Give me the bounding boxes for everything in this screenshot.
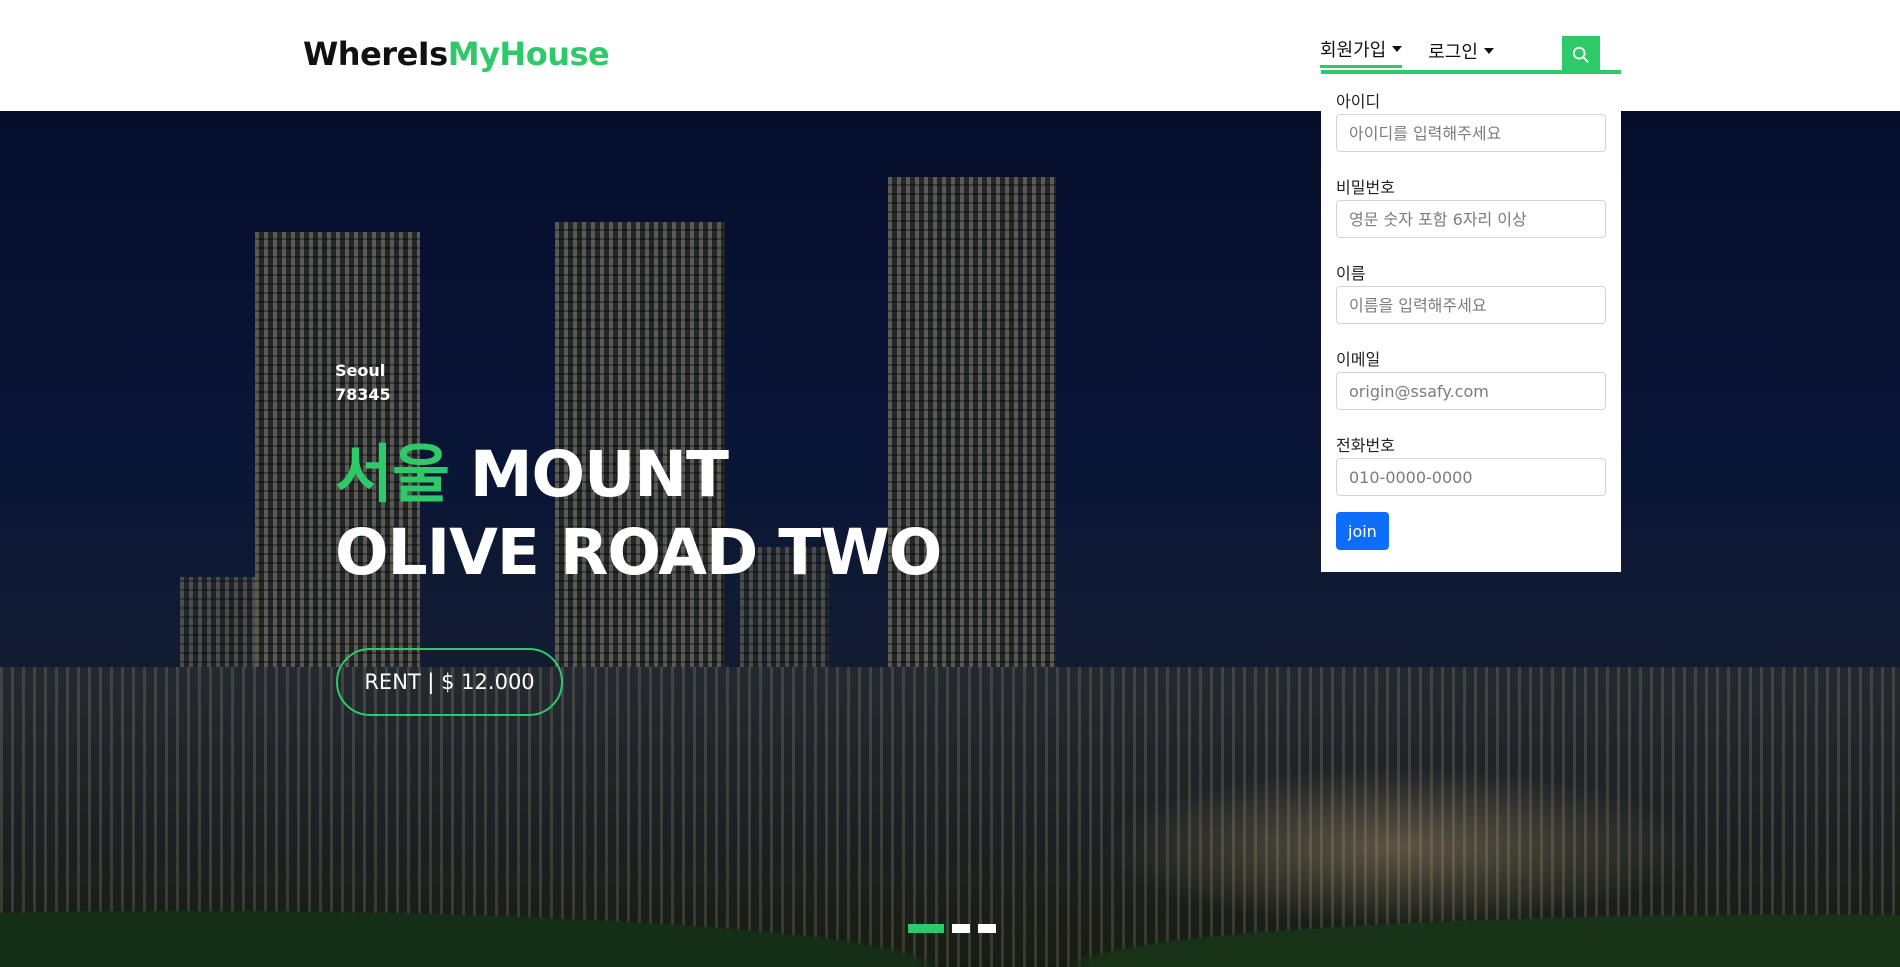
caret-down-icon (1392, 46, 1403, 52)
username-input[interactable] (1336, 114, 1606, 152)
email-input[interactable] (1336, 372, 1606, 410)
site-logo[interactable]: WhereIsMyHouse (303, 35, 610, 73)
rent-price-button[interactable]: RENT | $ 12.000 (336, 648, 563, 716)
hero-zip: 78345 (335, 385, 391, 404)
password-input[interactable] (1336, 200, 1606, 238)
logo-text-accent: MyHouse (447, 35, 610, 73)
nav-login-dropdown[interactable]: 로그인 (1428, 36, 1494, 68)
name-input[interactable] (1336, 286, 1606, 324)
phone-label: 전화번호 (1336, 436, 1395, 455)
hero-title: 서울 MOUNT OLIVE ROAD TWO (335, 436, 942, 592)
carousel-dot-1[interactable] (908, 924, 944, 933)
nav-signup-dropdown[interactable]: 회원가입 (1320, 36, 1403, 68)
password-label: 비밀번호 (1336, 178, 1395, 197)
email-label: 이메일 (1336, 350, 1381, 369)
hero-location: Seoul 78345 (335, 359, 391, 407)
join-button[interactable]: join (1336, 512, 1389, 550)
main-nav: 회원가입 로그인 (1320, 36, 1494, 68)
carousel-dot-3[interactable] (978, 924, 996, 933)
nav-login-label: 로그인 (1428, 41, 1478, 63)
carousel-indicators (908, 924, 996, 933)
search-button[interactable] (1562, 36, 1600, 74)
hero-title-highlight: 서울 (335, 438, 450, 511)
name-field-group: 이름 (1336, 262, 1606, 348)
hero-city: Seoul (335, 361, 386, 380)
email-field-group: 이메일 (1336, 348, 1606, 434)
nav-signup-label: 회원가입 (1320, 40, 1387, 61)
hero-title-line1: MOUNT (448, 438, 729, 511)
phone-field-group: 전화번호 (1336, 434, 1606, 520)
search-icon (1572, 46, 1589, 63)
username-label: 아이디 (1336, 92, 1381, 111)
phone-input[interactable] (1336, 458, 1606, 496)
signup-dropdown-form: 아이디 비밀번호 이름 이메일 전화번호 join (1321, 70, 1621, 572)
carousel-dot-2[interactable] (952, 924, 970, 933)
username-field-group: 아이디 (1336, 90, 1606, 176)
hero-title-line2: OLIVE ROAD TWO (335, 516, 942, 589)
name-label: 이름 (1336, 264, 1366, 283)
caret-down-icon (1483, 47, 1494, 54)
password-field-group: 비밀번호 (1336, 176, 1606, 262)
logo-text-main: WhereIs (303, 35, 448, 73)
